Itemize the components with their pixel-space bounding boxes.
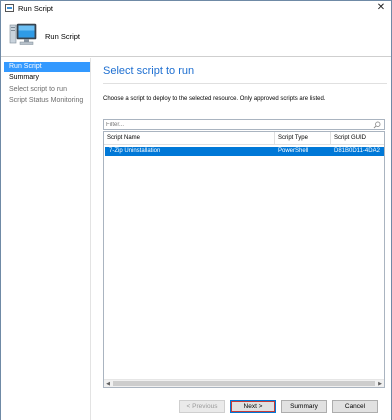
cell-script-type: PowerShell — [278, 148, 309, 154]
grid-header: Script Name Script Type Script GUID — [104, 132, 384, 145]
main-content: Select script to run Choose a script to … — [93, 58, 391, 388]
nav-item-run-script[interactable]: Run Script — [4, 62, 90, 72]
previous-button[interactable]: < Previous — [179, 400, 225, 413]
page-title: Select script to run — [103, 65, 195, 77]
scroll-left-icon[interactable]: ◀ — [104, 380, 112, 387]
column-header-script-guid[interactable]: Script GUID — [330, 132, 384, 145]
cell-script-name: 7-Zip Uninstallation — [109, 148, 161, 154]
run-script-window: Run Script ✕ Run Script Run Script Summa… — [0, 0, 392, 420]
scroll-right-icon[interactable]: ▶ — [376, 380, 384, 387]
nav-item-summary[interactable]: Summary — [4, 73, 90, 83]
nav-item-script-status-monitoring[interactable]: Script Status Monitoring — [4, 96, 90, 106]
filter-input[interactable] — [104, 120, 364, 129]
wizard-title: Run Script — [45, 32, 81, 41]
computer-icon — [9, 23, 37, 45]
window-title: Run Script — [18, 4, 54, 13]
column-header-script-type[interactable]: Script Type — [274, 132, 330, 145]
page-description: Choose a script to deploy to the selecte… — [103, 96, 326, 102]
summary-button[interactable]: Summary — [281, 400, 327, 413]
button-bar: < Previous Next > Summary Cancel — [91, 389, 391, 420]
run-script-app-icon — [5, 4, 14, 12]
filter-box[interactable] — [103, 119, 385, 130]
column-header-script-name[interactable]: Script Name — [104, 132, 274, 145]
cell-script-guid: D81B0D11-4DA2 — [334, 148, 380, 154]
wizard-nav: Run Script Summary Select script to run … — [1, 58, 91, 420]
scripts-grid[interactable]: Script Name Script Type Script GUID 7-Zi… — [103, 131, 385, 388]
next-button[interactable]: Next > — [230, 400, 276, 413]
nav-item-select-script[interactable]: Select script to run — [4, 85, 90, 95]
wizard-header: Run Script — [1, 15, 391, 57]
title-bar[interactable]: Run Script ✕ — [1, 1, 391, 15]
horizontal-scrollbar[interactable]: ◀ ▶ — [104, 379, 384, 387]
cancel-button[interactable]: Cancel — [332, 400, 378, 413]
scrollbar-thumb[interactable] — [113, 381, 375, 386]
search-icon[interactable] — [373, 121, 381, 129]
heading-divider — [103, 83, 387, 84]
table-row[interactable]: 7-Zip Uninstallation PowerShell D81B0D11… — [105, 147, 384, 156]
close-icon[interactable]: ✕ — [375, 2, 387, 14]
